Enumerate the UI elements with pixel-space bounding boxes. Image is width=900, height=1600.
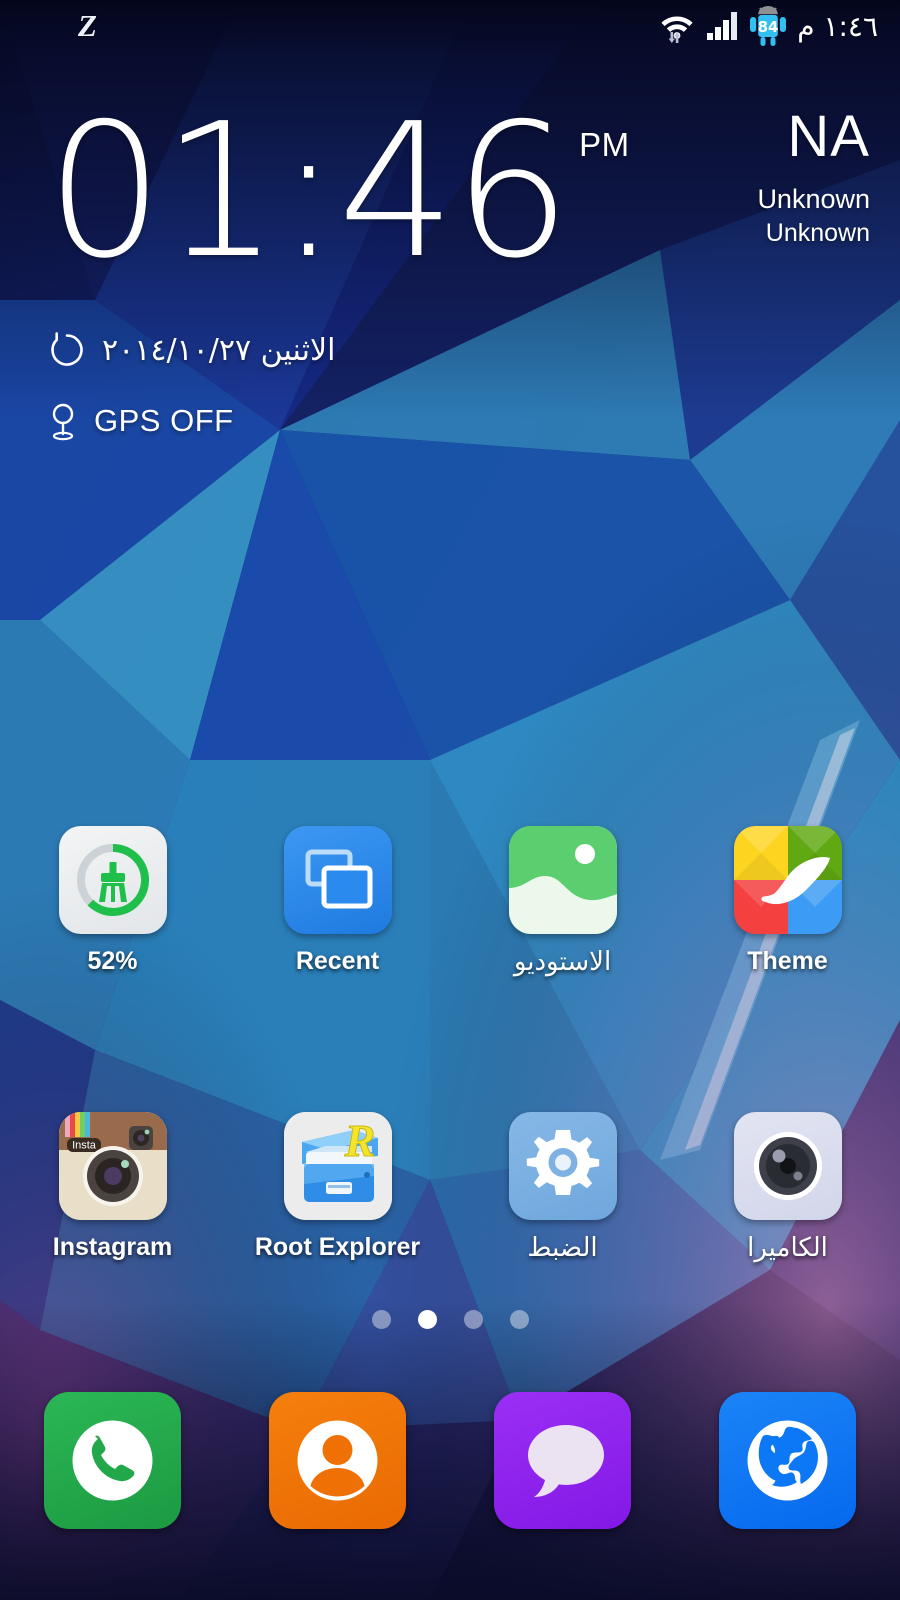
dock-phone-button[interactable] <box>44 1392 181 1529</box>
app-cell-cleaner[interactable]: 52% <box>0 826 225 977</box>
app-cell-camera[interactable]: الكاميرا <box>675 1112 900 1263</box>
dock-cell-phone[interactable] <box>0 1392 225 1529</box>
dock-cell-browser[interactable] <box>675 1392 900 1529</box>
zedge-z-icon: Z <box>78 8 97 43</box>
page-dot-3[interactable] <box>463 1310 483 1329</box>
app-cell-instagram[interactable]: Insta Instagram <box>0 1112 225 1263</box>
page-dot-2[interactable] <box>417 1310 437 1329</box>
clock-time: 01:46 <box>46 83 571 299</box>
app-cell-root-explorer[interactable]: R Root Explorer <box>225 1112 450 1263</box>
recent-apps-icon[interactable] <box>283 826 392 934</box>
location-pin-icon <box>48 401 78 441</box>
page-dot-1[interactable] <box>371 1310 391 1329</box>
weather-condition: Unknown <box>757 184 870 214</box>
wifi-icon <box>658 8 696 44</box>
gps-status-text: GPS OFF <box>94 403 234 438</box>
app-label: الكاميرا <box>747 1233 828 1263</box>
app-label: 52% <box>87 947 138 975</box>
status-bar-notifications: Z <box>0 8 97 44</box>
clock-ampm: PM <box>579 126 630 163</box>
date-row[interactable]: الاثنين ٢٠١٤/١٠/٢٧ <box>48 331 335 369</box>
camera-icon[interactable] <box>733 1112 842 1220</box>
status-bar[interactable]: Z 84 ١:٤٦ م <box>0 0 900 52</box>
status-bar-system-icons: 84 ١:٤٦ م <box>658 5 900 47</box>
gallery-icon[interactable] <box>508 826 617 934</box>
clock-widget[interactable]: 01:46 PM <box>46 83 630 299</box>
speech-bubble-icon <box>528 1425 604 1497</box>
refresh-circle-icon[interactable] <box>48 331 86 369</box>
app-row-2: Insta Instagram R Root Explorer الضبط ال… <box>0 1112 900 1263</box>
weather-temperature: NA <box>787 104 870 169</box>
date-text: الاثنين ٢٠١٤/١٠/٢٧ <box>102 332 336 368</box>
phone-handset-icon <box>72 1420 153 1501</box>
clock-weather-widget[interactable]: 01:46 PM NA Unknown Unknown الاثنين ٢٠١٤… <box>0 86 900 446</box>
app-cell-settings[interactable]: الضبط <box>450 1112 675 1263</box>
app-label: الاستوديو <box>513 947 612 977</box>
dock-cell-contacts[interactable] <box>225 1392 450 1529</box>
globe-icon <box>747 1420 828 1501</box>
page-dot-4[interactable] <box>509 1310 529 1329</box>
app-label: الضبط <box>527 1233 598 1263</box>
app-cell-recent[interactable]: Recent <box>225 826 450 977</box>
gps-row[interactable]: GPS OFF <box>48 401 234 441</box>
settings-gear-icon[interactable] <box>508 1112 617 1220</box>
page-indicator[interactable] <box>0 1310 900 1329</box>
app-cell-theme[interactable]: Theme <box>675 826 900 977</box>
battery-android-icon: 84 <box>748 5 788 47</box>
status-bar-clock: ١:٤٦ م <box>797 9 878 43</box>
svg-text:Insta: Insta <box>72 1140 97 1152</box>
app-grid: 52% Recent الاستوديو Theme Insta Instagr… <box>0 826 900 1263</box>
phone-cleaner-icon[interactable] <box>58 826 167 934</box>
svg-text:84: 84 <box>758 18 779 36</box>
app-label: Theme <box>747 947 828 975</box>
dock-cell-messages[interactable] <box>450 1392 675 1529</box>
person-icon <box>297 1420 378 1501</box>
svg-text:R: R <box>343 1115 375 1166</box>
app-label: Recent <box>295 947 380 975</box>
app-cell-gallery[interactable]: الاستوديو <box>450 826 675 977</box>
app-row-1: 52% Recent الاستوديو Theme <box>0 826 900 977</box>
instagram-icon[interactable]: Insta <box>58 1112 167 1220</box>
app-label: Instagram <box>52 1233 173 1261</box>
weather-location: Unknown <box>765 219 870 247</box>
dock <box>0 1392 900 1529</box>
dock-messages-button[interactable] <box>494 1392 631 1529</box>
dock-contacts-button[interactable] <box>269 1392 406 1529</box>
weather-widget[interactable]: NA Unknown Unknown <box>757 108 870 248</box>
home-screen: Z 84 ١:٤٦ م 01:46 PM NA Unknown Unknown … <box>0 0 900 1600</box>
root-explorer-icon[interactable]: R <box>283 1112 392 1220</box>
app-label: Root Explorer <box>254 1233 421 1261</box>
signal-bars-icon <box>705 9 739 43</box>
dock-browser-button[interactable] <box>719 1392 856 1529</box>
theme-icon[interactable] <box>733 826 842 934</box>
